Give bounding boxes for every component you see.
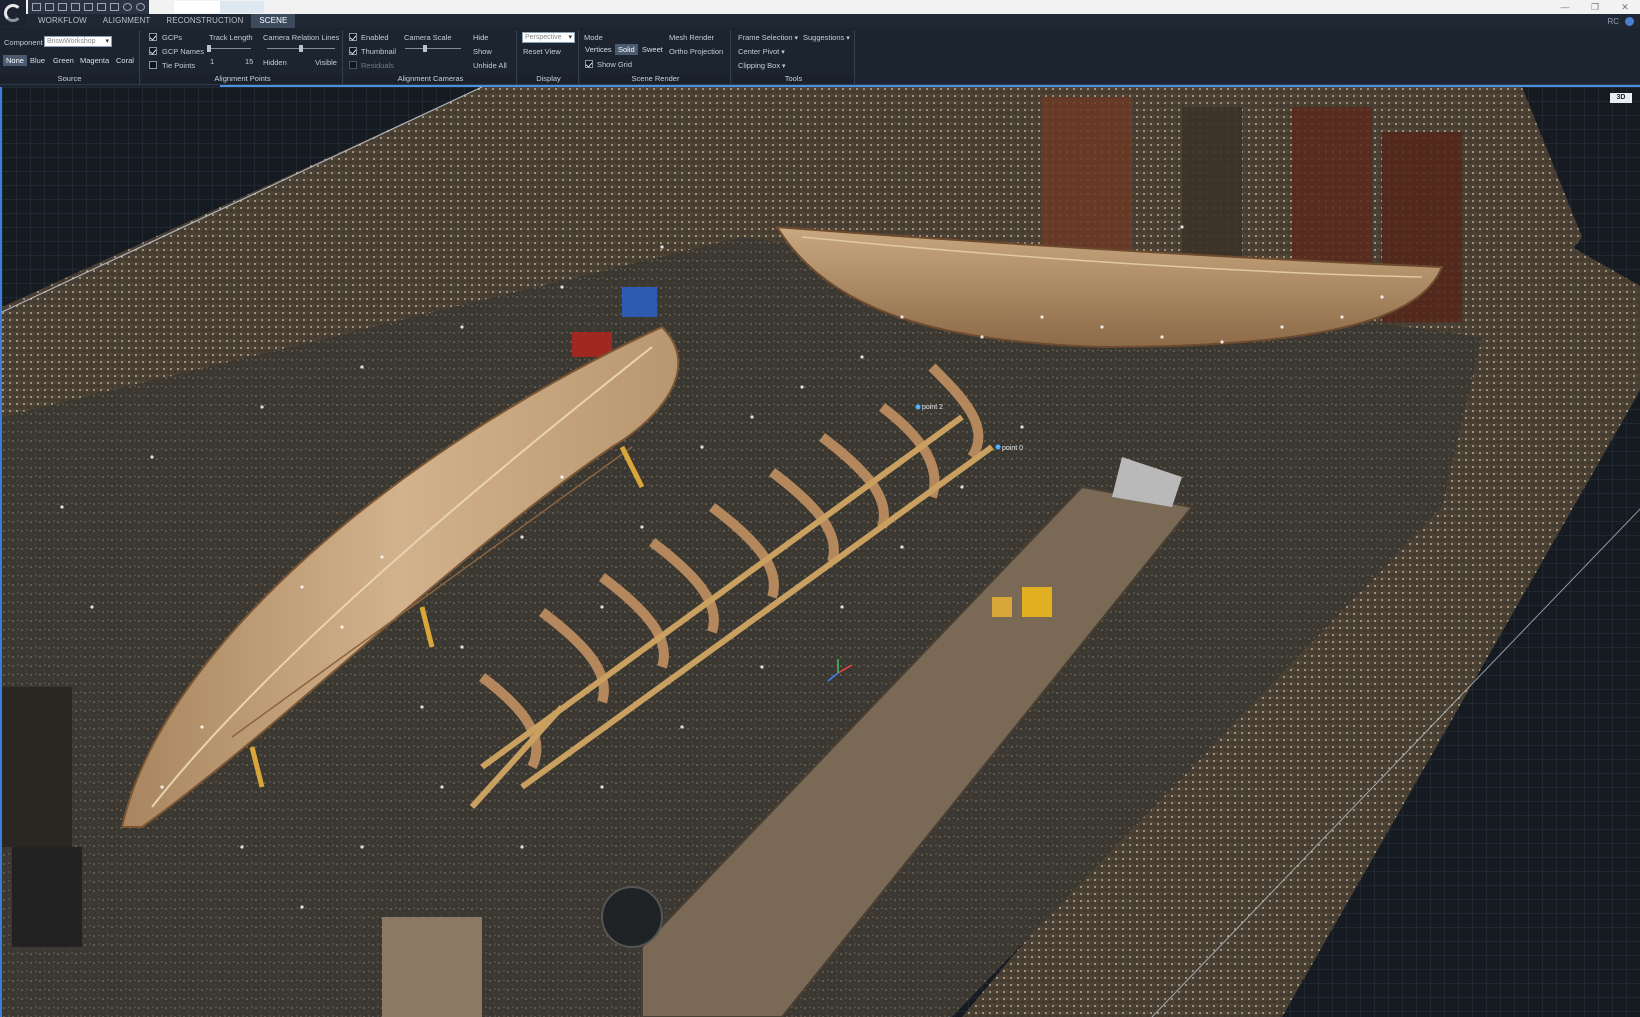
- gcp-marker-point-2: [915, 404, 921, 410]
- reset-view-button[interactable]: Reset View: [523, 47, 561, 56]
- minimize-icon[interactable]: —: [1550, 0, 1580, 14]
- color-blue-button[interactable]: Blue: [27, 55, 48, 66]
- show-button[interactable]: Show: [473, 47, 492, 56]
- group-source: Component BriswWorkshop None Blue Green …: [0, 30, 140, 84]
- menu-right: RC: [1607, 14, 1634, 28]
- group-alignment-cameras-title: Alignment Cameras: [345, 74, 516, 84]
- frame-selection-button[interactable]: Frame Selection: [738, 33, 798, 42]
- color-magenta-button[interactable]: Magenta: [77, 55, 112, 66]
- layout-2-icon[interactable]: [45, 3, 54, 11]
- projection-select[interactable]: Perspective: [522, 32, 575, 43]
- window-controls: — ❐ ✕: [1550, 0, 1640, 14]
- gcps-label: GCPs: [162, 33, 183, 42]
- group-source-title: Source: [0, 74, 139, 84]
- mesh-render-label: Mesh Render: [669, 33, 715, 42]
- group-tools-title: Tools: [733, 74, 854, 84]
- mode-vertices-button[interactable]: Vertices: [582, 44, 615, 55]
- center-pivot-button[interactable]: Center Pivot: [738, 47, 785, 56]
- component-label: Component: [4, 38, 43, 47]
- camera-scale-thumb[interactable]: [422, 45, 427, 52]
- gcps-checkbox[interactable]: [149, 33, 157, 41]
- tie-points-label: Tie Points: [162, 61, 196, 70]
- group-display-title: Display: [519, 74, 578, 84]
- camera-scale-label: Camera Scale: [404, 33, 452, 42]
- group-scene-render-title: Scene Render: [581, 74, 730, 84]
- show-grid-label: Show Grid: [597, 60, 633, 69]
- app-logo-icon[interactable]: [0, 0, 26, 26]
- group-alignment-points: GCPs GCP Names Tie Points Track Length 1…: [143, 30, 343, 84]
- show-grid-checkbox[interactable]: [585, 60, 593, 68]
- component-select[interactable]: BriswWorkshop: [44, 36, 112, 47]
- group-alignment-cameras: Enabled Thumbnail Residuals Camera Scale…: [345, 30, 517, 84]
- rc-label: RC: [1607, 16, 1619, 26]
- gcp-marker-point-0: [995, 444, 1001, 450]
- track-length-slider[interactable]: [209, 48, 251, 49]
- track-length-label: Track Length: [209, 33, 253, 42]
- group-scene-render: Mode Vertices Solid Sweet Show Grid Mesh…: [581, 30, 731, 84]
- gcp-label-point-0: point 0: [1002, 445, 1023, 452]
- layout-5-icon[interactable]: [84, 3, 93, 11]
- group-alignment-points-title: Alignment Points: [143, 74, 342, 84]
- camera-relation-lines-label: Camera Relation Lines: [263, 33, 340, 42]
- tab-alignment[interactable]: ALIGNMENT: [95, 14, 159, 28]
- quick-access-toolbar: [28, 0, 149, 14]
- unhide-all-button[interactable]: Unhide All: [473, 61, 507, 70]
- ortho-projection-button[interactable]: Ortho Projection: [669, 47, 723, 56]
- color-none-button[interactable]: None: [3, 55, 27, 66]
- color-coral-button[interactable]: Coral: [113, 55, 137, 66]
- enabled-checkbox[interactable]: [349, 33, 357, 41]
- track-max-label: 15: [245, 57, 254, 66]
- tie-points-checkbox[interactable]: [149, 61, 157, 69]
- tab-workflow[interactable]: WORKFLOW: [30, 14, 95, 28]
- close-icon[interactable]: ✕: [1610, 0, 1640, 14]
- help-icon[interactable]: [1625, 16, 1634, 26]
- layout-7-icon[interactable]: [110, 3, 119, 11]
- suggestions-button[interactable]: Suggestions: [803, 33, 850, 42]
- layout-1-icon[interactable]: [32, 3, 41, 11]
- undo-icon[interactable]: [123, 3, 132, 11]
- tab-reconstruction[interactable]: RECONSTRUCTION: [158, 14, 251, 28]
- redo-icon[interactable]: [136, 3, 145, 11]
- 3d-viewport[interactable]: point 2 point 0 3D: [0, 87, 1640, 1017]
- thumbnail-checkbox[interactable]: [349, 47, 357, 55]
- title-tab[interactable]: [220, 1, 264, 13]
- layout-4-icon[interactable]: [71, 3, 80, 11]
- title-bar: — ❐ ✕: [0, 0, 1640, 26]
- mode-solid-button[interactable]: Solid: [615, 44, 638, 55]
- track-length-thumb[interactable]: [207, 45, 211, 52]
- enabled-label: Enabled: [361, 33, 389, 42]
- view-mode-badge[interactable]: 3D: [1610, 93, 1632, 103]
- restore-icon[interactable]: ❐: [1580, 0, 1610, 14]
- residuals-checkbox[interactable]: [349, 61, 357, 69]
- layout-6-icon[interactable]: [97, 3, 106, 11]
- tab-scene[interactable]: SCENE: [251, 14, 296, 28]
- camera-relation-thumb[interactable]: [299, 45, 303, 52]
- group-tools: Frame Selection Suggestions Center Pivot…: [733, 30, 855, 84]
- camera-scale-slider[interactable]: [405, 48, 461, 49]
- hidden-label: Hidden: [263, 58, 287, 67]
- gcp-names-checkbox[interactable]: [149, 47, 157, 55]
- color-green-button[interactable]: Green: [50, 55, 77, 66]
- scene-render[interactable]: point 2 point 0: [2, 87, 1640, 1017]
- mode-label: Mode: [584, 33, 603, 42]
- track-min-label: 1: [210, 57, 215, 66]
- clipping-box-button[interactable]: Clipping Box: [738, 61, 786, 70]
- visible-label: Visible: [315, 58, 337, 67]
- menu-tabs: WORKFLOW ALIGNMENT RECONSTRUCTION SCENE …: [0, 14, 1640, 28]
- hide-button[interactable]: Hide: [473, 33, 488, 42]
- ribbon: Component BriswWorkshop None Blue Green …: [0, 28, 1640, 85]
- thumbnail-label: Thumbnail: [361, 47, 397, 56]
- gcp-names-label: GCP Names: [162, 47, 204, 56]
- residuals-label: Residuals: [361, 61, 394, 70]
- layout-3-icon[interactable]: [58, 3, 67, 11]
- group-display: Perspective Reset View Display: [519, 30, 579, 84]
- mode-sweet-button[interactable]: Sweet: [639, 44, 666, 55]
- gcp-label-point-2: point 2: [922, 404, 943, 411]
